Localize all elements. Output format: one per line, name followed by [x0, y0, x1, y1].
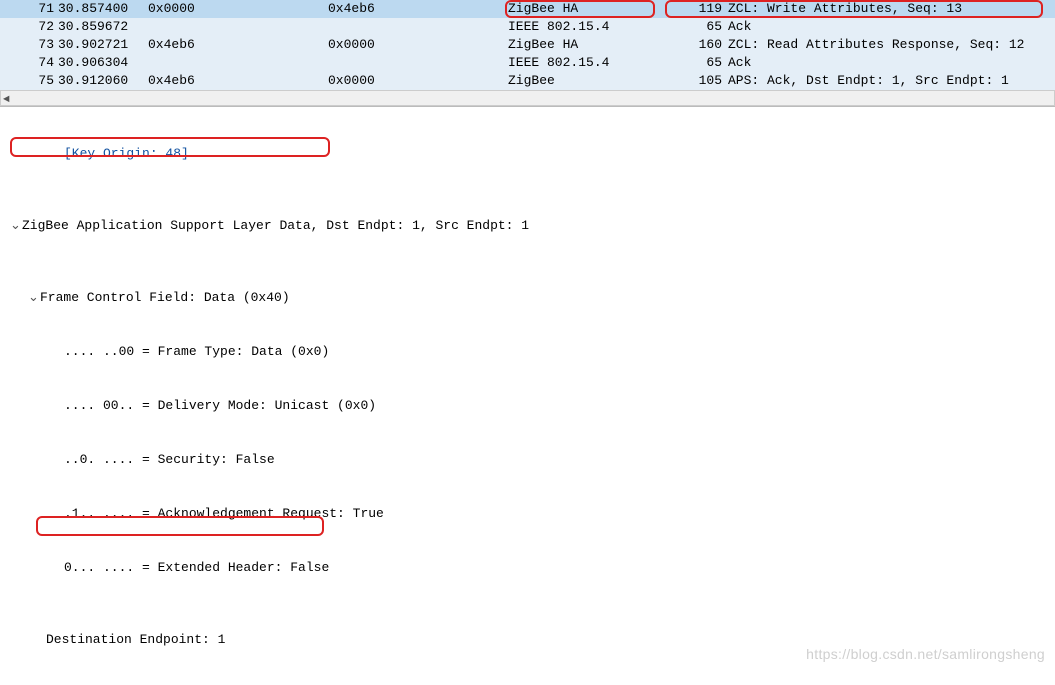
dst-endpoint[interactable]: Destination Endpoint: 1 — [6, 631, 1055, 649]
aps-layer-tail: Dst Endpt: 1, Src Endpt: 1 — [318, 217, 529, 235]
packet-col-no: 74 — [8, 54, 58, 72]
packet-col-proto: ZigBee HA — [508, 0, 658, 18]
packet-row[interactable]: 7130.8574000x00000x4eb6ZigBee HA119ZCL: … — [0, 0, 1055, 18]
packet-col-info: APS: Ack, Dst Endpt: 1, Src Endpt: 1 — [728, 72, 1055, 90]
packet-col-proto: ZigBee HA — [508, 36, 658, 54]
packet-row[interactable]: 7530.9120600x4eb60x0000ZigBee105APS: Ack… — [0, 72, 1055, 90]
packet-col-dst: 0x0000 — [328, 72, 508, 90]
packet-col-len: 160 — [658, 36, 728, 54]
packet-col-proto: ZigBee — [508, 72, 658, 90]
packet-col-proto: IEEE 802.15.4 — [508, 18, 658, 36]
packet-col-src: 0x4eb6 — [148, 36, 328, 54]
packet-col-src: 0x4eb6 — [148, 72, 328, 90]
fcf-bit[interactable]: .1.. .... = Acknowledgement Request: Tru… — [6, 505, 1055, 523]
packet-col-dst: 0x0000 — [328, 36, 508, 54]
packet-row[interactable]: 7330.9027210x4eb60x0000ZigBee HA160ZCL: … — [0, 36, 1055, 54]
packet-col-dst: 0x4eb6 — [328, 0, 508, 18]
chevron-down-icon[interactable]: ⌄ — [28, 289, 40, 307]
packet-col-len: 105 — [658, 72, 728, 90]
packet-row[interactable]: 7230.859672 IEEE 802.15.465Ack — [0, 18, 1055, 36]
aps-layer-row[interactable]: ⌄ ZigBee Application Support Layer Data,… — [6, 217, 1055, 235]
packet-details[interactable]: [Key Origin: 48] ⌄ ZigBee Application Su… — [0, 106, 1055, 685]
packet-col-src: 0x0000 — [148, 0, 328, 18]
fcf-row[interactable]: ⌄ Frame Control Field: Data (0x40) — [6, 289, 1055, 307]
packet-col-len: 119 — [658, 0, 728, 18]
fcf-bit[interactable]: ..0. .... = Security: False — [6, 451, 1055, 469]
fcf-bit[interactable]: 0... .... = Extended Header: False — [6, 559, 1055, 577]
key-origin-link[interactable]: [Key Origin: 48] — [64, 145, 189, 163]
packet-col-time: 30.906304 — [58, 54, 148, 72]
packet-col-proto: IEEE 802.15.4 — [508, 54, 658, 72]
aps-layer-label: ZigBee Application Support Layer Data, — [22, 217, 318, 235]
packet-col-len: 65 — [658, 54, 728, 72]
packet-col-time: 30.912060 — [58, 72, 148, 90]
packet-col-len: 65 — [658, 18, 728, 36]
fcf-bit[interactable]: .... ..00 = Frame Type: Data (0x0) — [6, 343, 1055, 361]
packet-col-no: 71 — [8, 0, 58, 18]
packet-col-time: 30.859672 — [58, 18, 148, 36]
packet-list[interactable]: 7130.8574000x00000x4eb6ZigBee HA119ZCL: … — [0, 0, 1055, 90]
packet-col-time: 30.857400 — [58, 0, 148, 18]
packet-col-no: 75 — [8, 72, 58, 90]
packet-col-no: 72 — [8, 18, 58, 36]
chevron-down-icon[interactable]: ⌄ — [10, 217, 22, 235]
packet-col-info: ZCL: Read Attributes Response, Seq: 12 — [728, 36, 1055, 54]
packet-col-no: 73 — [8, 36, 58, 54]
packet-col-info: ZCL: Write Attributes, Seq: 13 — [728, 0, 1055, 18]
packet-col-info: Ack — [728, 54, 1055, 72]
fcf-bit[interactable]: .... 00.. = Delivery Mode: Unicast (0x0) — [6, 397, 1055, 415]
packet-row[interactable]: 7430.906304 IEEE 802.15.465Ack — [0, 54, 1055, 72]
packet-col-time: 30.902721 — [58, 36, 148, 54]
scroll-left-arrow[interactable]: ◄ — [3, 91, 10, 109]
horizontal-scrollbar[interactable]: ◄ — [0, 90, 1055, 106]
packet-col-info: Ack — [728, 18, 1055, 36]
